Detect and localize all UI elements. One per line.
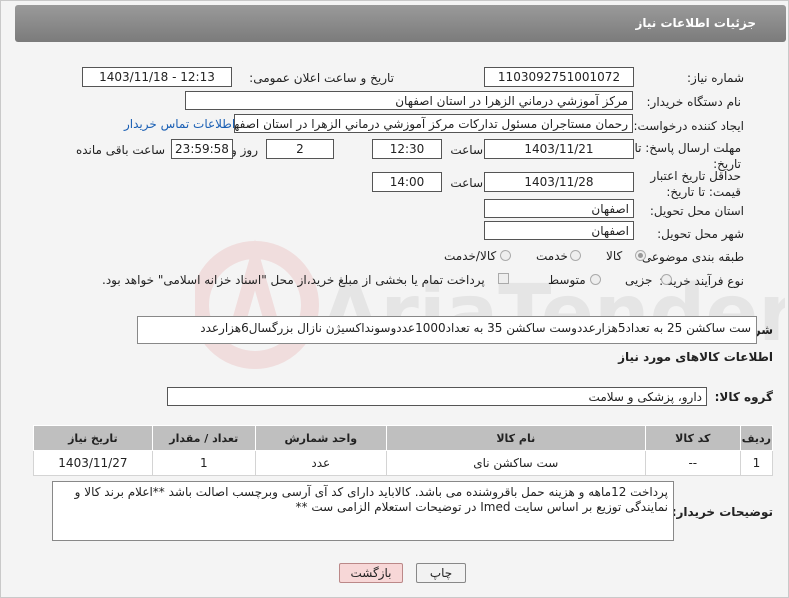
category-radio-goods-service[interactable]: [500, 250, 511, 261]
buyer-notes-label: توضیحات خریدار:: [671, 505, 773, 519]
col-header-code: کد کالا: [644, 425, 741, 451]
col-header-row-number: ردیف: [739, 425, 774, 451]
days-label: روز و: [231, 143, 258, 157]
days-field: 2: [266, 139, 334, 159]
treasury-checkbox[interactable]: [498, 273, 509, 284]
province-field: اصفهان: [484, 199, 634, 218]
contact-info-link[interactable]: اطلاعات تماس خریدار: [124, 117, 235, 131]
process-radio-medium[interactable]: [590, 274, 601, 285]
announce-field: 1403/11/18 - 12:13: [82, 67, 232, 87]
remaining-time-field: 23:59:58: [171, 139, 233, 159]
col-header-name: نام کالا: [385, 425, 646, 451]
cell-name: ست ساکشن نای: [385, 450, 646, 476]
need-number-field: 1103092751001072: [484, 67, 634, 87]
goods-group-label: گروه کالا:: [714, 390, 773, 404]
need-number-label: شماره نیاز:: [687, 71, 744, 85]
category-radio-service[interactable]: [570, 250, 581, 261]
goods-info-title: اطلاعات کالاهای مورد نیاز: [618, 350, 773, 364]
cell-need-date: 1403/11/27: [33, 450, 153, 476]
process-label: نوع فرآیند خرید :: [659, 274, 744, 288]
general-desc-field: ست ساکشن 25 به تعداد5هزارعددوست ساکشن 35…: [137, 316, 757, 344]
category-option-service: خدمت: [536, 249, 568, 263]
page-header: جزئیات اطلاعات نیاز: [15, 5, 786, 42]
reply-time-label: ساعت: [450, 143, 483, 157]
price-time-field: 14:00: [372, 172, 442, 192]
category-option-goods-service: کالا/خدمت: [444, 249, 497, 263]
table-header-row: ردیف کد کالا نام کالا واحد شمارش تعداد /…: [33, 425, 774, 451]
price-validity-label: حداقل تاریخ اعتبار قیمت: تا تاریخ:: [650, 169, 741, 199]
creator-field: رحمان مستاجران مسئول تدارکات مرکز آموزشي…: [234, 114, 633, 133]
table-row: 1 -- ست ساکشن نای عدد 1 1403/11/27: [33, 450, 774, 476]
cell-row-number: 1: [739, 450, 774, 476]
category-radio-goods[interactable]: [635, 250, 646, 261]
category-label: طبقه بندی موضوعی:: [637, 250, 744, 264]
items-table: ردیف کد کالا نام کالا واحد شمارش تعداد /…: [33, 425, 774, 476]
reply-date-field: 1403/11/21: [484, 139, 634, 159]
creator-label: ایجاد کننده درخواست:: [633, 119, 744, 133]
buyer-notes-field: پرداخت 12ماهه و هزینه حمل باقروشنده می ب…: [52, 481, 674, 541]
process-radio-minor[interactable]: [661, 274, 672, 285]
col-header-quantity: تعداد / مقدار: [151, 425, 256, 451]
category-option-goods: کالا: [606, 249, 623, 263]
process-option-medium: متوسط: [548, 273, 586, 287]
goods-group-field: دارو، پزشکی و سلامت: [167, 387, 707, 406]
buyer-org-label: نام دستگاه خریدار:: [646, 95, 742, 109]
price-time-label: ساعت: [450, 176, 483, 190]
announce-label: تاریخ و ساعت اعلان عمومی:: [249, 71, 394, 85]
city-field: اصفهان: [484, 221, 634, 240]
province-label: استان محل تحویل:: [649, 204, 744, 218]
page-title: جزئیات اطلاعات نیاز: [635, 16, 756, 30]
buyer-org-field: مرکز آموزشي درماني الزهرا در استان اصفها…: [185, 91, 633, 110]
process-option-minor: جزیی: [625, 273, 653, 287]
cell-quantity: 1: [151, 450, 256, 476]
cell-unit: عدد: [254, 450, 387, 476]
reply-time-field: 12:30: [372, 139, 442, 159]
print-button[interactable]: چاپ: [416, 563, 466, 583]
col-header-unit: واحد شمارش: [254, 425, 387, 451]
col-header-need-date: تاریخ نیاز: [33, 425, 153, 451]
back-button[interactable]: بازگشت: [339, 563, 403, 583]
treasury-note: پرداخت تمام یا بخشی از مبلغ خرید،از محل …: [102, 273, 485, 287]
cell-code: --: [644, 450, 741, 476]
city-label: شهر محل تحویل:: [657, 227, 744, 241]
remaining-time-label: ساعت باقی مانده: [75, 143, 165, 157]
price-date-field: 1403/11/28: [484, 172, 634, 192]
